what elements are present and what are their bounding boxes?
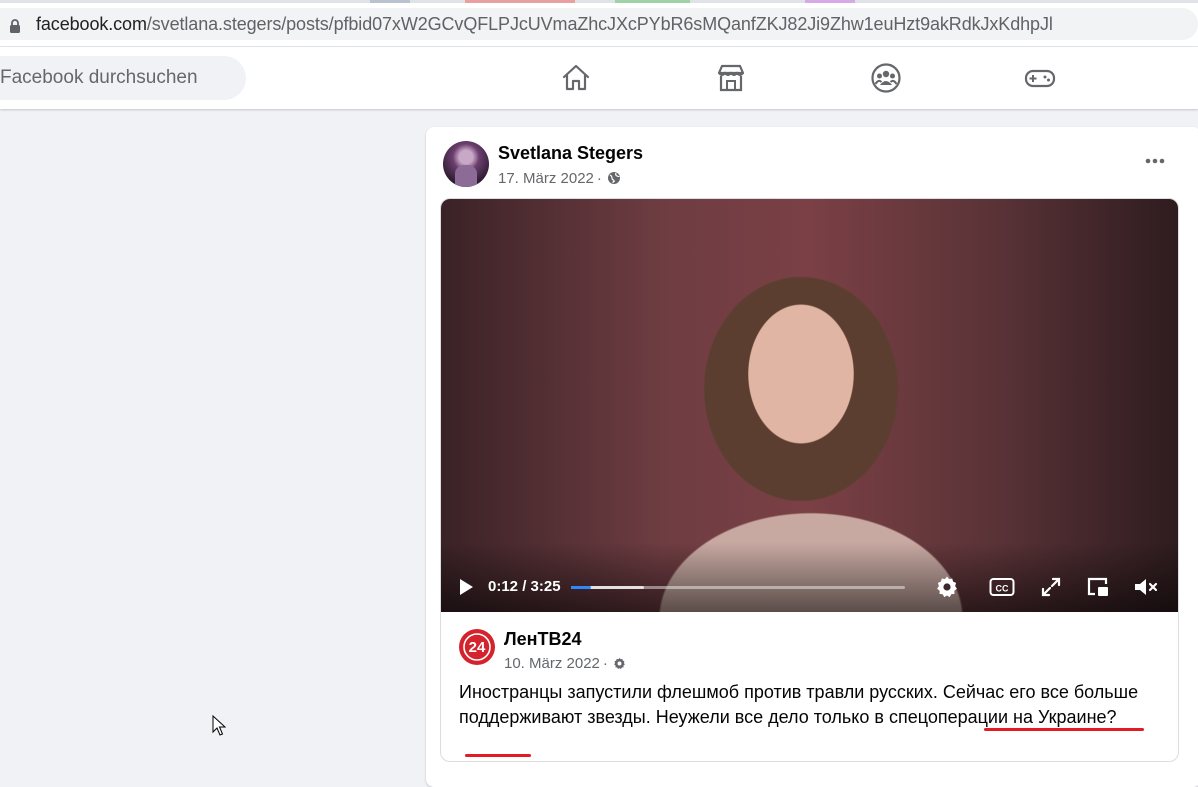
lentv24-logo-icon: 24 [463,633,491,661]
captions-icon[interactable]: CC [989,577,1015,597]
url-path: /svetlana.stegers/posts/pfbid07xW2GCvQFL… [146,14,1053,34]
pip-icon[interactable] [1086,576,1110,598]
source-page-logo[interactable]: 24 [459,629,495,665]
post-card: Svetlana Stegers 17. März 2022 · 0:12 / 3… [426,127,1198,787]
author-avatar[interactable] [443,141,489,187]
annotation-underline-1 [984,728,1144,731]
play-icon[interactable] [456,577,476,597]
gaming-icon[interactable] [1024,62,1056,94]
video-controls-shade [441,542,1178,612]
post-text-underlined-1: спецоперации на [888,707,1033,727]
source-logo-text: 24 [469,639,486,656]
mouse-cursor-icon [212,715,226,736]
mute-icon[interactable] [1133,576,1159,598]
post-text-end: ? [1106,707,1117,727]
video-time: 0:12 / 3:25 [488,578,561,595]
post-date[interactable]: 17. März 2022 [498,170,594,187]
shared-post-text: Иностранцы запустили флешмоб против трав… [459,680,1164,730]
lock-icon[interactable] [8,18,22,34]
more-options-icon[interactable] [1142,147,1170,175]
video-progress-bar[interactable] [571,586,905,589]
video-duration: 3:25 [530,578,561,595]
url-text: facebook.com/svetlana.stegers/posts/pfbi… [36,14,1053,35]
url-field[interactable]: facebook.com/svetlana.stegers/posts/pfbi… [0,8,1198,40]
custom-privacy-icon[interactable] [613,657,626,670]
meta-separator: · [602,655,608,672]
video-player[interactable]: 0:12 / 3:25 CC [441,199,1178,612]
meta-separator: · [596,170,602,187]
annotation-underline-2 [465,754,531,757]
svg-text:CC: CC [996,584,1009,594]
video-progress-fill [571,586,592,589]
search-placeholder: Facebook durchsuchen [0,67,198,88]
groups-icon[interactable] [870,62,902,94]
video-current-time: 0:12 [488,578,519,595]
marketplace-icon[interactable] [715,62,747,94]
shared-post[interactable]: 0:12 / 3:25 CC 24 ЛенТВ24 10. März 2022 … [440,198,1179,762]
globe-icon[interactable] [607,171,621,185]
url-domain: facebook.com [36,14,147,34]
settings-icon[interactable] [935,575,959,599]
fullscreen-icon[interactable] [1041,577,1061,597]
home-icon[interactable] [560,62,592,94]
post-text-underlined-2: Украине [1038,707,1107,727]
source-date[interactable]: 10. März 2022 [504,655,600,672]
post-meta: 17. März 2022 · [498,170,621,187]
browser-address-bar: facebook.com/svetlana.stegers/posts/pfbi… [0,3,1198,47]
post-author-name[interactable]: Svetlana Stegers [498,143,643,164]
facebook-top-nav: Facebook durchsuchen [0,47,1198,109]
video-time-separator: / [518,578,531,595]
source-page-name[interactable]: ЛенТВ24 [504,629,582,650]
source-meta: 10. März 2022 · [504,655,626,672]
search-input[interactable]: Facebook durchsuchen [0,56,246,100]
